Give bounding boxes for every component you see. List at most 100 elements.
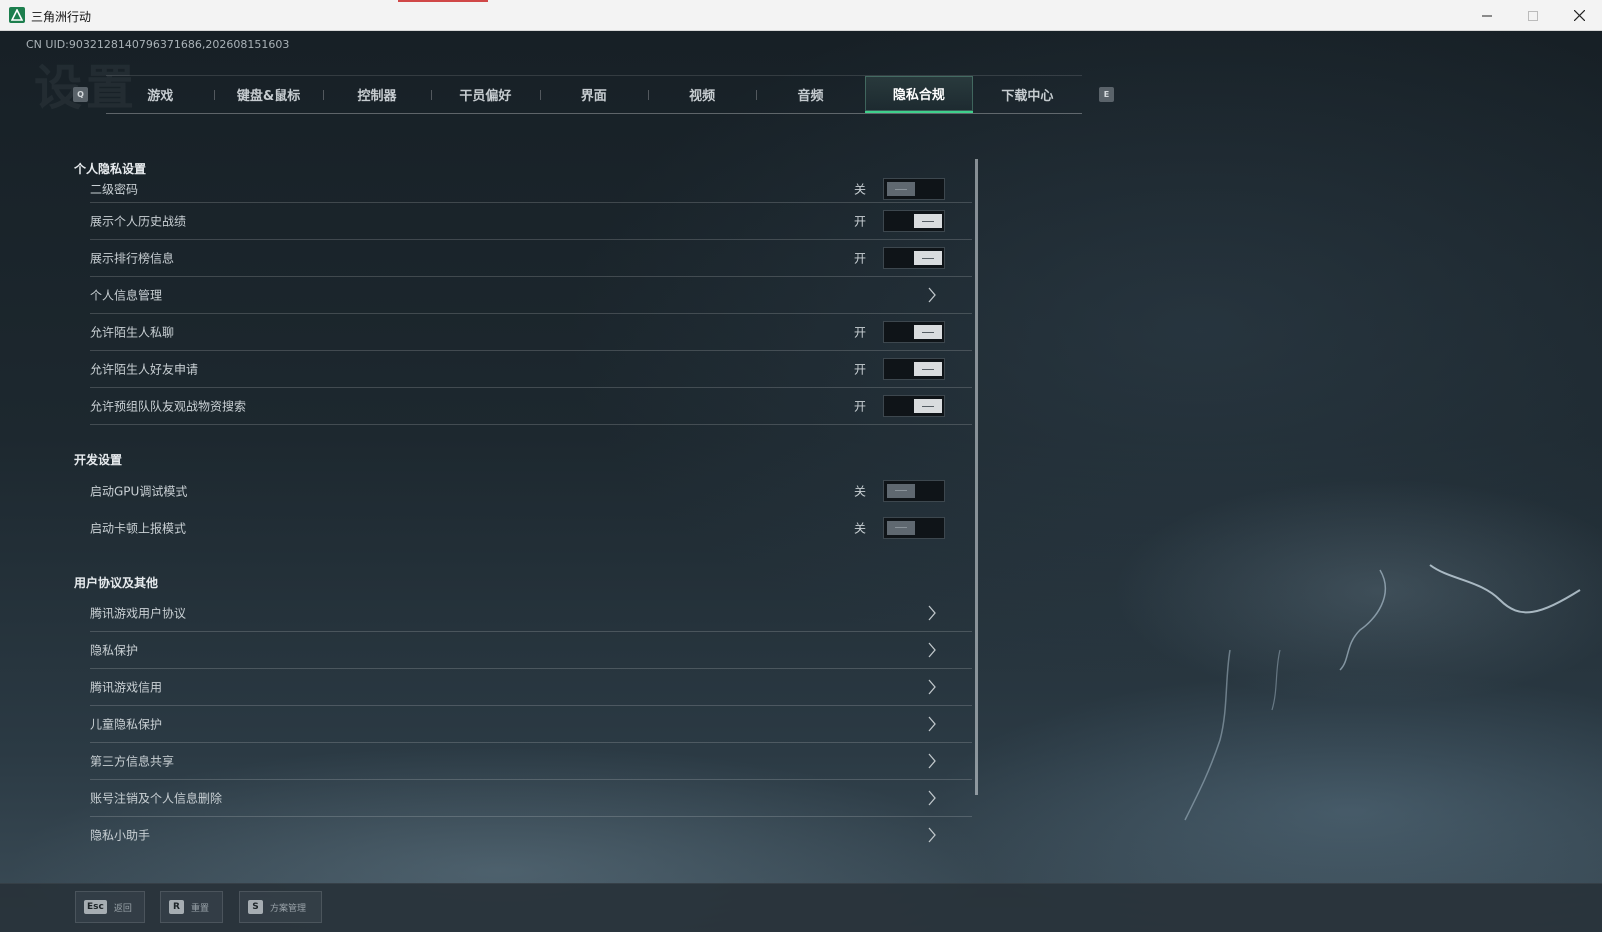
tab-video[interactable]: 视频 <box>647 76 756 113</box>
setting-row-game-credit[interactable]: 腾讯游戏信用 <box>90 669 972 706</box>
maximize-button[interactable] <box>1510 0 1556 31</box>
settings-scrollbar[interactable] <box>975 159 978 795</box>
app-logo-icon <box>9 7 25 23</box>
chevron-right-icon <box>928 827 936 843</box>
toggle-knob <box>914 251 942 265</box>
setting-state: 开 <box>854 362 867 377</box>
toggle-knob <box>887 483 915 498</box>
tab-download-center[interactable]: 下载中心 <box>973 76 1081 113</box>
setting-row-third-party-sharing[interactable]: 第三方信息共享 <box>90 743 972 780</box>
setting-state: 开 <box>854 399 867 414</box>
back-label: 返回 <box>113 903 132 914</box>
toggle-switch[interactable] <box>883 178 945 200</box>
close-icon <box>1573 10 1585 21</box>
setting-label: 个人信息管理 <box>90 288 163 303</box>
setting-row-stranger-chat[interactable]: 允许陌生人私聊 开 <box>90 314 972 351</box>
setting-row-child-privacy[interactable]: 儿童隐私保护 <box>90 706 972 743</box>
toggle-knob <box>914 325 942 339</box>
bottom-action-bar: Esc 返回 R 重置 S 方案管理 <box>0 883 1602 932</box>
setting-label: 儿童隐私保护 <box>90 717 163 732</box>
toggle-switch[interactable] <box>883 358 945 380</box>
setting-state: 关 <box>854 521 867 535</box>
toggle-switch[interactable] <box>883 395 945 417</box>
setting-state: 开 <box>854 325 867 340</box>
maximize-icon <box>1528 10 1538 21</box>
reset-button[interactable]: R 重置 <box>160 891 223 923</box>
minimize-icon <box>1482 15 1492 16</box>
chevron-right-icon <box>928 287 936 303</box>
toggle-switch[interactable] <box>883 321 945 343</box>
setting-row-teammate-spectate[interactable]: 允许预组队队友观战物资搜索 开 <box>90 388 972 425</box>
setting-label: 启动GPU调试模式 <box>90 484 188 498</box>
close-button[interactable] <box>1556 0 1602 31</box>
window-title: 三角洲行动 <box>31 10 92 24</box>
s-key-badge: S <box>248 900 263 914</box>
tab-operator-preference[interactable]: 干员偏好 <box>431 76 539 113</box>
chevron-right-icon <box>928 605 936 621</box>
esc-key-badge: Esc <box>84 900 107 914</box>
scheme-management-button[interactable]: S 方案管理 <box>239 891 322 923</box>
toggle-knob <box>914 362 942 376</box>
setting-label: 腾讯游戏信用 <box>90 680 163 695</box>
reset-label: 重置 <box>191 903 210 914</box>
toggle-knob <box>914 214 942 228</box>
setting-label: 二级密码 <box>90 182 139 197</box>
lightning-background <box>1184 564 1581 821</box>
title-bar-accent <box>398 0 488 2</box>
chevron-right-icon <box>928 790 936 806</box>
tab-interface[interactable]: 界面 <box>539 76 648 113</box>
section-title-dev: 开发设置 <box>74 453 123 467</box>
setting-row-stranger-friend-request[interactable]: 允许陌生人好友申请 开 <box>90 351 972 388</box>
scheme-management-label: 方案管理 <box>270 903 307 914</box>
back-button[interactable]: Esc 返回 <box>75 891 145 923</box>
setting-row-show-history[interactable]: 展示个人历史战绩 开 <box>90 203 972 240</box>
tab-privacy-compliance[interactable]: 隐私合规 <box>864 76 974 113</box>
toggle-knob <box>887 182 915 196</box>
chevron-right-icon <box>928 642 936 658</box>
setting-label: 隐私保护 <box>90 643 139 658</box>
tab-controller[interactable]: 控制器 <box>322 76 431 113</box>
toggle-switch[interactable] <box>883 479 945 502</box>
setting-label: 账号注销及个人信息删除 <box>90 791 223 806</box>
setting-row-stutter-report[interactable]: 启动卡顿上报模式 关 <box>90 509 972 546</box>
user-uid: CN UID:9032128140796371686,202608151603 <box>26 38 290 51</box>
tab-next-key[interactable]: E <box>1099 87 1114 102</box>
setting-row-user-agreement[interactable]: 腾讯游戏用户协议 <box>90 595 972 632</box>
settings-tab-bar: 游戏 键盘&鼠标 控制器 干员偏好 界面 视频 音频 隐私合规 下载中心 <box>106 75 1082 114</box>
toggle-switch[interactable] <box>883 247 945 269</box>
setting-label: 隐私小助手 <box>90 828 151 843</box>
toggle-switch[interactable] <box>883 210 945 232</box>
r-key-badge: R <box>169 900 184 914</box>
setting-row-gpu-debug[interactable]: 启动GPU调试模式 关 <box>90 472 972 509</box>
setting-label: 展示个人历史战绩 <box>90 214 187 229</box>
setting-label: 展示排行榜信息 <box>90 251 175 266</box>
setting-row-personal-info[interactable]: 个人信息管理 <box>90 277 972 314</box>
setting-state: 开 <box>854 251 867 266</box>
chevron-right-icon <box>928 753 936 769</box>
setting-state: 关 <box>854 484 867 498</box>
toggle-knob <box>887 520 915 535</box>
chevron-right-icon <box>928 679 936 695</box>
toggle-switch[interactable] <box>883 516 945 539</box>
game-settings-window: 三角洲行动 设置 CN UID:9032128140796371686,2026… <box>0 0 1602 932</box>
tab-audio[interactable]: 音频 <box>756 76 864 113</box>
setting-label: 允许陌生人私聊 <box>90 325 175 340</box>
tab-keyboard-mouse[interactable]: 键盘&鼠标 <box>214 76 322 113</box>
setting-row-privacy-assistant[interactable]: 隐私小助手 <box>90 817 972 847</box>
setting-row-secondary-password[interactable]: 二级密码 关 <box>90 176 972 203</box>
toggle-knob <box>914 399 942 413</box>
setting-label: 启动卡顿上报模式 <box>90 521 187 535</box>
settings-panel: 个人隐私设置 二级密码 关 展示个人历史战绩 开 展示排行榜信息 开 个人信息管… <box>72 155 972 847</box>
section-title-privacy: 个人隐私设置 <box>74 162 147 176</box>
setting-row-privacy-protection[interactable]: 隐私保护 <box>90 632 972 669</box>
setting-state: 开 <box>854 214 867 229</box>
setting-row-account-deletion[interactable]: 账号注销及个人信息删除 <box>90 780 972 817</box>
setting-label: 允许陌生人好友申请 <box>90 362 199 377</box>
setting-label: 第三方信息共享 <box>90 754 175 769</box>
tab-game[interactable]: 游戏 <box>106 76 214 113</box>
minimize-button[interactable] <box>1464 0 1510 31</box>
tab-prev-key[interactable]: Q <box>73 87 88 102</box>
chevron-right-icon <box>928 716 936 732</box>
setting-label: 腾讯游戏用户协议 <box>90 606 187 621</box>
setting-row-show-leaderboard[interactable]: 展示排行榜信息 开 <box>90 240 972 277</box>
